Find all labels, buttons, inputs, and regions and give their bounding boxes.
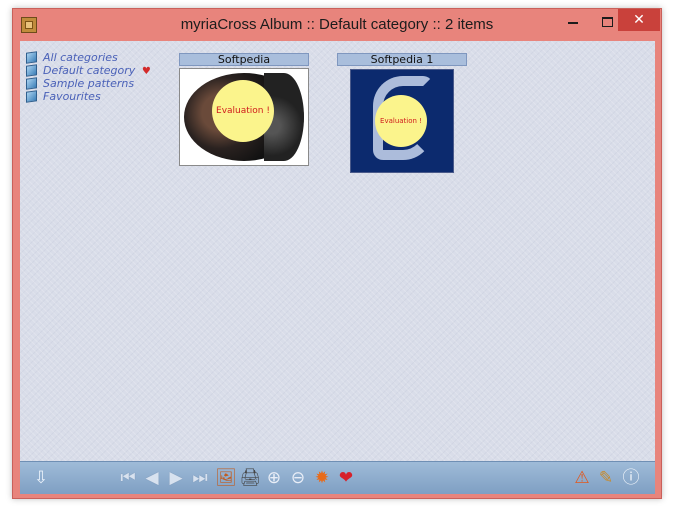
category-item-favourites[interactable]: Favourites: [26, 90, 151, 103]
bottom-toolbar: ⇩ ⏮ ◀ ▶ ⏭ 🖼 🖨 ⊕ ⊖ ✹ ❤ ⚠ ✎ ⓘ: [20, 461, 655, 494]
category-label: Default category: [43, 64, 136, 77]
print-icon[interactable]: 🖨: [239, 467, 261, 489]
category-item-default[interactable]: Default category ♥: [26, 64, 151, 77]
first-icon[interactable]: ⏮: [117, 467, 139, 489]
previous-icon[interactable]: ◀: [141, 467, 163, 489]
thumbnail-label[interactable]: Softpedia 1: [337, 53, 467, 66]
evaluation-badge: Evaluation !: [212, 80, 274, 142]
last-icon[interactable]: ⏭: [189, 467, 211, 489]
zoom-in-icon[interactable]: ⊕: [263, 467, 285, 489]
warning-icon[interactable]: ⚠: [571, 467, 593, 489]
thumbnail-image[interactable]: Evaluation !: [350, 69, 454, 173]
thumbnail-label[interactable]: Softpedia: [179, 53, 309, 66]
favourite-heart-icon[interactable]: ❤: [335, 467, 357, 489]
clean-brush-icon[interactable]: ✎: [595, 467, 617, 489]
maximize-icon: [601, 17, 613, 27]
info-icon[interactable]: ⓘ: [620, 467, 642, 489]
album-view: All categories Default category ♥ Sample…: [20, 41, 655, 461]
add-image-icon[interactable]: 🖼: [215, 467, 237, 489]
cube-icon: [26, 77, 37, 90]
evaluation-badge: Evaluation !: [375, 95, 427, 147]
cube-icon: [26, 51, 37, 64]
category-item-all[interactable]: All categories: [26, 51, 151, 64]
category-label: All categories: [43, 51, 118, 64]
settings-icon[interactable]: ✹: [311, 467, 333, 489]
cube-icon: [26, 64, 37, 77]
category-label: Favourites: [43, 90, 101, 103]
minimize-button[interactable]: [556, 9, 590, 31]
download-arrow-icon[interactable]: ⇩: [30, 467, 52, 489]
thumbnail-image[interactable]: Evaluation !: [179, 68, 309, 166]
cube-icon: [26, 90, 37, 103]
category-list: All categories Default category ♥ Sample…: [26, 51, 151, 103]
category-label: Sample patterns: [43, 77, 135, 90]
next-icon[interactable]: ▶: [165, 467, 187, 489]
close-button[interactable]: ✕: [618, 9, 660, 31]
minimize-icon: [568, 22, 578, 24]
category-item-sample-patterns[interactable]: Sample patterns: [26, 77, 151, 90]
title-bar[interactable]: myriaCross Album :: Default category :: …: [13, 9, 661, 41]
zoom-out-icon[interactable]: ⊖: [287, 467, 309, 489]
app-window: myriaCross Album :: Default category :: …: [12, 8, 662, 499]
